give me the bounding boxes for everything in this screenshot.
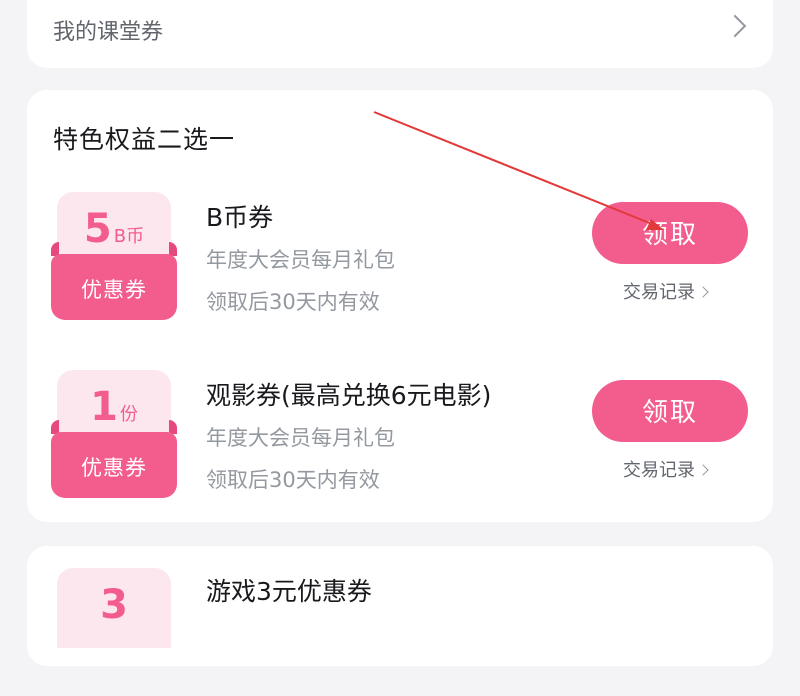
chevron-right-icon	[723, 14, 747, 38]
game-coupon-card: 3 游戏3元优惠券	[27, 546, 773, 666]
transaction-record-label: 交易记录	[623, 460, 695, 481]
claim-button[interactable]: 领取	[592, 202, 748, 264]
transaction-record-link[interactable]: 交易记录	[623, 278, 709, 304]
classroom-coupon-row[interactable]: 我的课堂券	[27, 0, 773, 68]
coupon-title: 观影券(最高兑换6元电影)	[206, 381, 492, 410]
badge-unit: 份	[119, 404, 138, 425]
badge-value: 3	[57, 568, 171, 648]
badge-label: 优惠券	[51, 254, 177, 320]
coupon-item-bcoin: 5 B币 优惠券 B币券 年度大会员每月礼包 领取后30天内有效 领取 交易记录	[27, 182, 773, 320]
badge-label: 优惠券	[51, 432, 177, 498]
chevron-right-icon	[697, 286, 709, 298]
section-title: 特色权益二选一	[53, 125, 236, 154]
coupon-title: 游戏3元优惠券	[206, 577, 372, 606]
benefits-card: 特色权益二选一 5 B币 优惠券 B币券 年度大会员每月礼包 领取后30天内有效 …	[27, 90, 773, 522]
badge-number: 3	[100, 582, 128, 628]
coupon-subtitle: 年度大会员每月礼包	[206, 426, 395, 450]
chevron-right-icon	[697, 464, 709, 476]
coupon-title: B币券	[206, 203, 274, 232]
transaction-record-link[interactable]: 交易记录	[623, 456, 709, 482]
coupon-validity: 领取后30天内有效	[206, 468, 380, 492]
coupon-item-movie: 1份 优惠券 观影券(最高兑换6元电影) 年度大会员每月礼包 领取后30天内有效…	[27, 360, 773, 498]
transaction-record-label: 交易记录	[623, 282, 695, 303]
coupon-validity: 领取后30天内有效	[206, 290, 380, 314]
badge-number: 1	[90, 384, 118, 430]
claim-button[interactable]: 领取	[592, 380, 748, 442]
coupon-badge: 3	[51, 568, 177, 696]
coupon-badge: 1份 优惠券	[51, 370, 177, 498]
coupon-badge: 5 B币 优惠券	[51, 192, 177, 320]
badge-number: 5	[83, 206, 112, 252]
coupon-subtitle: 年度大会员每月礼包	[206, 248, 395, 272]
badge-unit: B币	[113, 226, 145, 247]
classroom-coupon-label: 我的课堂券	[53, 20, 164, 45]
